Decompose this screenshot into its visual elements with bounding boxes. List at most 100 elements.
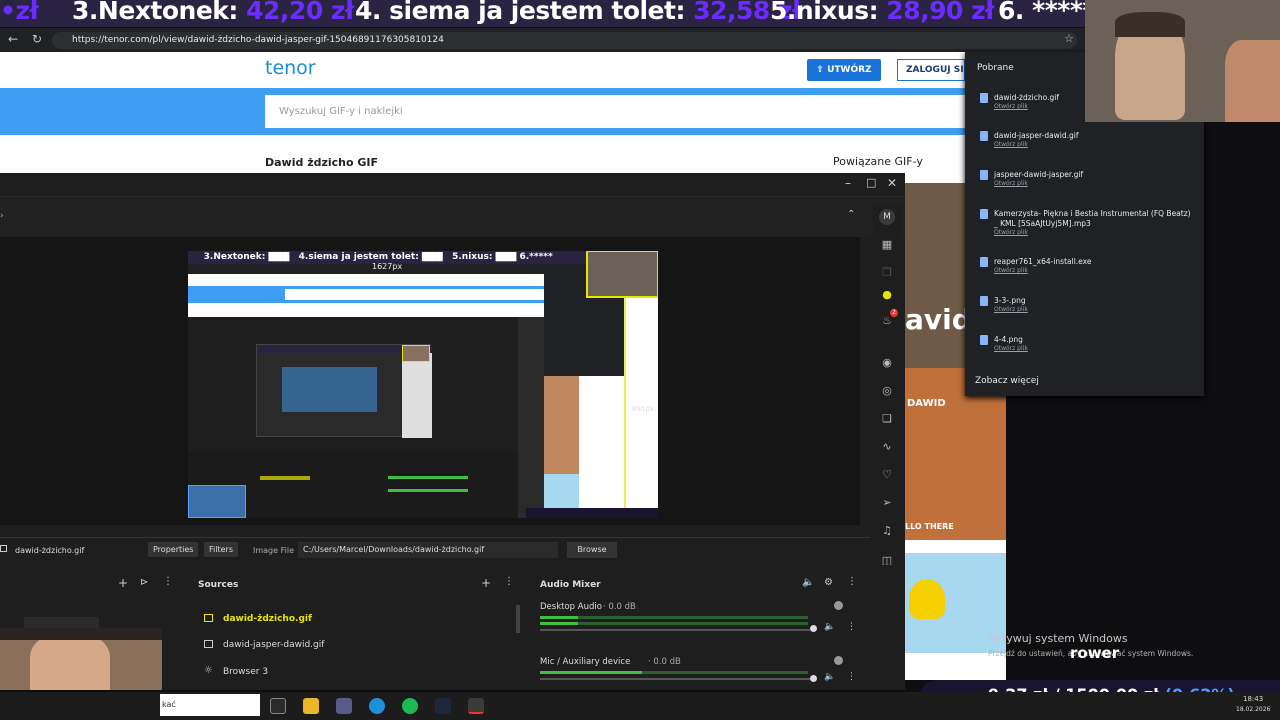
donation-ticker: •zł 3.Nextonek: 42,20 zł 4. siema ja jes… bbox=[0, 0, 1085, 27]
open-file-link[interactable]: Otwórz plik bbox=[980, 306, 1195, 313]
sources-title: Sources bbox=[198, 580, 239, 590]
maximize-icon[interactable]: □ bbox=[866, 176, 876, 189]
preview-height-label: 895px bbox=[632, 405, 654, 413]
clock-date[interactable]: 18.02.2026 bbox=[1236, 706, 1270, 713]
source-item[interactable]: ☼ Browser 3 bbox=[198, 662, 518, 684]
image-source-icon bbox=[204, 640, 213, 648]
download-item[interactable]: 3-3-.png Otwórz plik bbox=[980, 296, 1195, 313]
download-item[interactable]: 4-4.png Otwórz plik bbox=[980, 335, 1195, 352]
camera-icon[interactable]: ◉ bbox=[880, 356, 894, 370]
edge-icon[interactable] bbox=[369, 698, 385, 714]
download-item[interactable]: Kamerzysta- Piękna i Bestia Instrumental… bbox=[980, 209, 1195, 236]
mixer-more-icon[interactable]: ⋮ bbox=[847, 576, 857, 587]
obs-subheader: › ⌃ bbox=[0, 197, 905, 237]
browse-button[interactable]: Browse bbox=[567, 542, 617, 558]
see-more-link[interactable]: Zobacz więcej bbox=[975, 376, 1039, 386]
mute-toggle[interactable] bbox=[834, 601, 843, 610]
file-explorer-icon[interactable] bbox=[303, 698, 319, 714]
image-icon bbox=[0, 545, 7, 552]
speaker-icon[interactable]: 🔈 bbox=[824, 672, 835, 682]
spotify-icon[interactable] bbox=[402, 698, 418, 714]
file-icon bbox=[980, 93, 988, 103]
speaker-icon[interactable]: 🔈 bbox=[802, 577, 814, 588]
minimize-icon[interactable]: – bbox=[845, 176, 851, 190]
back-icon[interactable]: ← bbox=[8, 32, 18, 46]
audio-channel-desktop: Desktop Audio · 0.0 dB 🔈 ⋮ bbox=[540, 601, 860, 642]
copy-icon[interactable]: ❐ bbox=[880, 266, 894, 280]
meter-track bbox=[540, 616, 808, 619]
bell-icon[interactable]: ♨ 2 bbox=[880, 309, 898, 328]
properties-button[interactable]: Properties bbox=[148, 542, 199, 557]
preview-selected-webcam[interactable] bbox=[586, 251, 658, 298]
gear-icon[interactable]: ⚙ bbox=[824, 577, 833, 588]
volume-slider[interactable] bbox=[540, 629, 810, 631]
preview-canvas[interactable]: 3.Nextonek: ▇▇▇ 4.siema ja jestem tolet:… bbox=[188, 251, 658, 518]
source-item[interactable]: dawid-jasper-dawid.gif bbox=[198, 635, 518, 657]
tenor-content bbox=[0, 135, 965, 173]
rocket-icon[interactable]: ➢ bbox=[880, 496, 894, 510]
volume-slider-handle[interactable] bbox=[810, 625, 817, 632]
tenor-logo[interactable]: tenor bbox=[265, 57, 316, 79]
avatar[interactable]: M bbox=[879, 209, 895, 225]
channel-more-icon[interactable]: ⋮ bbox=[847, 622, 856, 632]
close-icon[interactable]: ✕ bbox=[887, 176, 897, 190]
bookmark-star-icon[interactable]: ☆ bbox=[1064, 32, 1074, 45]
create-button[interactable]: ⇧ UTWÓRZ bbox=[807, 59, 881, 81]
heart-icon[interactable]: ♡ bbox=[880, 468, 894, 482]
preview-search bbox=[285, 289, 544, 300]
open-file-link[interactable]: Otwórz plik bbox=[980, 180, 1195, 187]
store-icon[interactable] bbox=[336, 698, 352, 714]
add-scene-icon[interactable]: + bbox=[118, 576, 128, 590]
add-source-icon[interactable]: + bbox=[481, 576, 491, 590]
chevron-up-icon[interactable]: ⌃ bbox=[847, 209, 855, 220]
volume-slider-handle[interactable] bbox=[810, 675, 817, 682]
image-file-label: Image File bbox=[253, 546, 294, 555]
file-icon bbox=[980, 209, 988, 219]
streamer-hair bbox=[1115, 12, 1185, 37]
related-gif-2-caption: DAWID bbox=[907, 398, 946, 409]
more-icon[interactable]: ⋮ bbox=[163, 576, 173, 587]
filter-icon[interactable]: ⊳ bbox=[140, 577, 148, 588]
chat-icon[interactable]: ● bbox=[880, 288, 894, 302]
collapse-arrow-icon[interactable]: › bbox=[0, 211, 4, 221]
webcam-icon[interactable]: ◎ bbox=[880, 384, 894, 398]
clock-time[interactable]: 18:43 bbox=[1243, 695, 1263, 703]
reload-icon[interactable]: ↻ bbox=[32, 32, 42, 46]
search-input[interactable]: Wyszukuj GIF-y i naklejki bbox=[265, 95, 965, 128]
brush-icon[interactable]: ∿ bbox=[880, 440, 894, 454]
webcam-overlay-top bbox=[1085, 0, 1280, 122]
obs-icon[interactable] bbox=[468, 698, 484, 714]
sources-more-icon[interactable]: ⋮ bbox=[504, 576, 514, 587]
scenes-icon[interactable]: ❏ bbox=[880, 412, 894, 426]
ticker-item-3: 3.Nextonek: 42,20 zł bbox=[72, 0, 354, 25]
login-button[interactable]: ZALOGUJ SIĘ bbox=[897, 59, 965, 81]
sources-scrollbar[interactable] bbox=[516, 605, 520, 633]
preview-tenor-content bbox=[188, 303, 544, 317]
file-icon bbox=[980, 131, 988, 141]
download-item[interactable]: reaper761_x64-install.exe Otwórz plik bbox=[980, 257, 1195, 274]
open-file-link[interactable]: Otwórz plik bbox=[980, 141, 1195, 148]
open-file-link[interactable]: Otwórz plik bbox=[980, 229, 1195, 236]
volume-slider[interactable] bbox=[540, 678, 810, 680]
speaker-icon[interactable]: 🔈 bbox=[824, 622, 835, 632]
music-icon[interactable]: ♫ bbox=[880, 524, 894, 538]
overlay-word: rower bbox=[1070, 644, 1120, 662]
download-item[interactable]: dawid-jasper-dawid.gif Otwórz plik bbox=[980, 131, 1195, 148]
channel-level: · 0.0 dB bbox=[648, 657, 681, 667]
layout-icon[interactable]: ▦ bbox=[880, 238, 894, 252]
filters-button[interactable]: Filters bbox=[204, 542, 238, 557]
download-item[interactable]: jaspeer-dawid-jasper.gif Otwórz plik bbox=[980, 170, 1195, 187]
channel-more-icon[interactable]: ⋮ bbox=[847, 672, 856, 682]
open-file-link[interactable]: Otwórz plik bbox=[980, 267, 1195, 274]
related-gifs-title: Powiązane GIF-y bbox=[833, 155, 923, 168]
source-item[interactable]: dawid-żdzicho.gif bbox=[198, 609, 518, 631]
task-view-icon[interactable] bbox=[270, 698, 286, 714]
mute-toggle[interactable] bbox=[834, 656, 843, 665]
url-field[interactable]: https://tenor.com/pl/view/dawid-żdzicho-… bbox=[52, 32, 1077, 49]
source-label: dawid-jasper-dawid.gif bbox=[223, 640, 325, 650]
related-gif-1-caption: avid bbox=[905, 303, 972, 336]
taskbar-search[interactable]: kać bbox=[160, 694, 260, 716]
open-file-link[interactable]: Otwórz plik bbox=[980, 345, 1195, 352]
steam-icon[interactable] bbox=[435, 698, 451, 714]
image-file-path-field[interactable]: C:/Users/Marcel/Downloads/dawid-żdzicho.… bbox=[298, 542, 558, 558]
